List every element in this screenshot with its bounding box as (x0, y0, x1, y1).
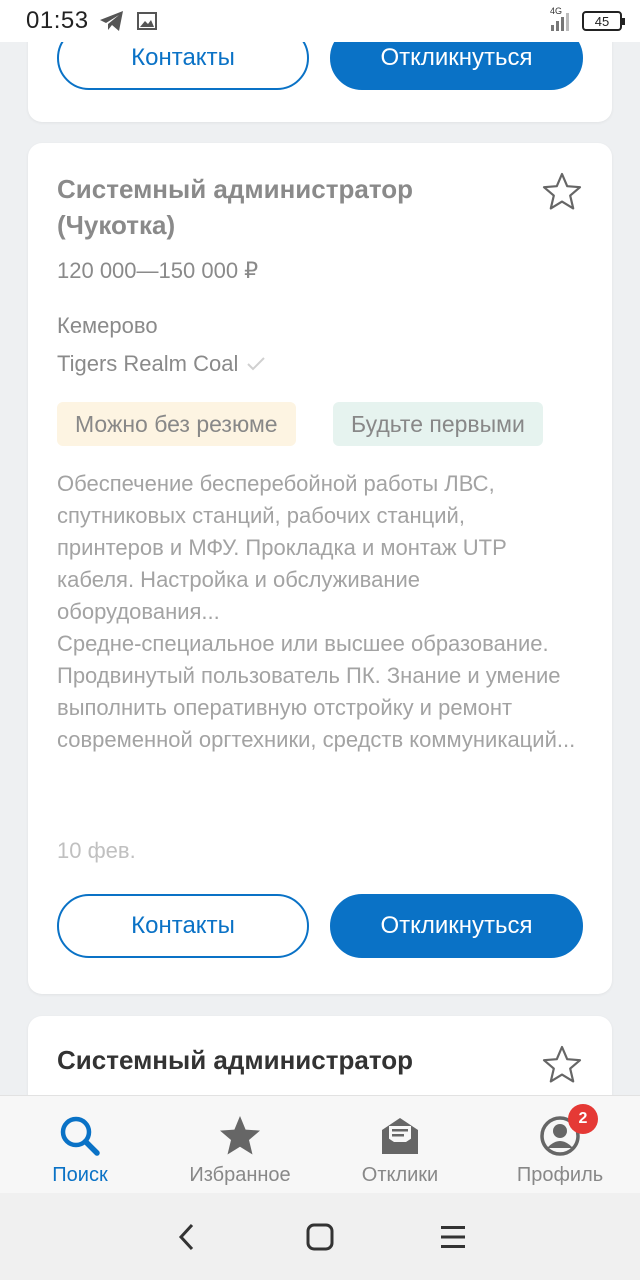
search-icon (60, 1116, 100, 1156)
system-home-button[interactable] (300, 1217, 340, 1257)
profile-notification-badge: 2 (568, 1104, 598, 1134)
nav-responses[interactable]: Отклики (320, 1096, 480, 1193)
vacancy-card-next[interactable]: Системный администратор (28, 1016, 612, 1095)
vacancy-title[interactable]: Системный администратор (57, 1042, 517, 1078)
vacancy-title[interactable]: Системный администратор (Чукотка) (57, 171, 517, 243)
contacts-button-label: Контакты (131, 44, 235, 71)
favorite-star-icon[interactable] (540, 1043, 584, 1087)
status-time: 01:53 (26, 7, 89, 34)
bottom-navigation: Поиск Избранное Отклики Профиль 2 (0, 1095, 640, 1193)
system-navigation-bar (0, 1193, 640, 1280)
respond-button-label: Откликнуться (380, 44, 533, 71)
vacancy-card[interactable]: Системный администратор (Чукотка) 120 00… (28, 143, 612, 994)
vacancy-requirements: Средне-специальное или высшее образовани… (57, 631, 576, 752)
system-menu-button[interactable] (433, 1217, 473, 1257)
envelope-icon (382, 1118, 418, 1154)
contacts-button-label: Контакты (131, 912, 235, 939)
status-bar: 01:53 4G 45 (0, 0, 640, 42)
star-icon (220, 1116, 260, 1155)
image-icon (136, 12, 157, 30)
nav-search[interactable]: Поиск (0, 1096, 160, 1193)
nav-profile-label: Профиль (516, 1164, 604, 1186)
vacancy-company[interactable]: Tigers Realm Coal (57, 351, 266, 377)
menu-icon (441, 1225, 466, 1248)
respond-button[interactable]: Откликнуться (330, 894, 583, 958)
chevron-left-icon (178, 1223, 193, 1250)
nav-profile[interactable]: Профиль 2 (480, 1096, 640, 1193)
verified-check-icon (247, 357, 266, 371)
telegram-icon (99, 11, 123, 31)
nav-search-label: Поиск (52, 1164, 108, 1186)
company-name: Tigers Realm Coal (57, 351, 239, 376)
vacancy-city: Кемерово (57, 313, 158, 338)
network-type: 4G (550, 6, 563, 16)
nav-favorites-label: Избранное (189, 1164, 291, 1186)
tag-be-first: Будьте первыми (333, 402, 543, 446)
signal-icon: 4G (550, 6, 572, 32)
vacancy-salary: 120 000—150 000 ₽ (57, 258, 259, 283)
status-notification-icons (99, 10, 157, 32)
nav-favorites[interactable]: Избранное (160, 1096, 320, 1193)
battery-level: 45 (594, 13, 610, 29)
contacts-button[interactable]: Контакты (57, 894, 309, 958)
vacancy-date: 10 фев. (57, 838, 136, 863)
vacancy-description: Обеспечение бесперебойной работы ЛВС, сп… (57, 468, 577, 756)
battery-icon: 45 (582, 11, 625, 31)
vacancy-duties: Обеспечение бесперебойной работы ЛВС, сп… (57, 471, 507, 624)
tag-no-resume: Можно без резюме (57, 402, 296, 446)
favorite-star-icon[interactable] (540, 170, 584, 214)
system-back-button[interactable] (167, 1217, 207, 1257)
vacancy-list[interactable]: Контакты Откликнуться Системный админист… (0, 0, 640, 1095)
respond-button-label: Откликнуться (380, 912, 533, 939)
nav-responses-label: Отклики (361, 1164, 439, 1186)
square-icon (306, 1223, 334, 1250)
